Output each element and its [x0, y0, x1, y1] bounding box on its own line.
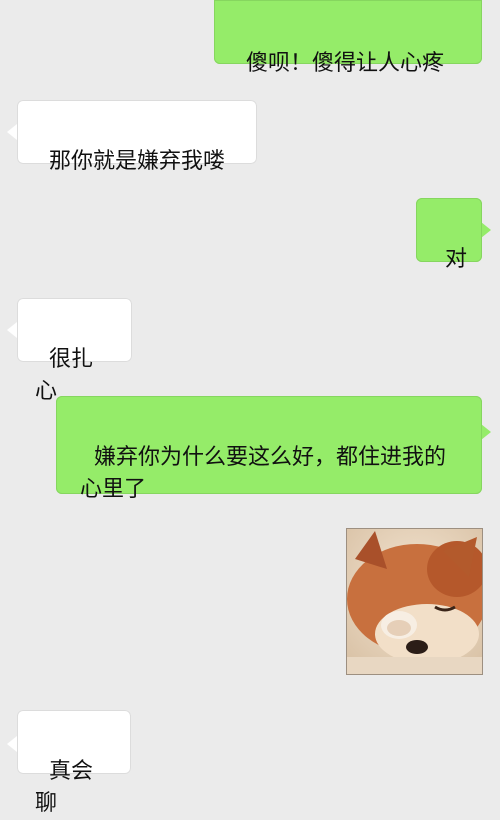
message-text: 那你就是嫌弃我喽: [49, 149, 226, 174]
shiba-sticker-image[interactable]: [346, 528, 483, 675]
message-text: 真会聊: [35, 759, 94, 816]
bubble-tail: [481, 424, 491, 440]
message-text: 对: [444, 247, 467, 272]
message-text: 傻呗！傻得让人心疼: [246, 51, 445, 76]
sent-message-bubble[interactable]: 嫌弃你为什么要这么好，都住进我的心里了: [56, 396, 482, 502]
received-message-bubble[interactable]: 真会聊: [17, 710, 131, 816]
shiba-covering-face-icon: [347, 529, 482, 674]
message-text: 嫌弃你为什么要这么好，都住进我的心里了: [80, 445, 447, 502]
sent-message-bubble[interactable]: 傻呗！傻得让人心疼: [214, 0, 482, 76]
bubble-tail: [7, 736, 17, 752]
bubble-tail: [7, 124, 17, 140]
received-message-bubble[interactable]: 很扎心: [17, 298, 132, 404]
sent-message-bubble[interactable]: 对: [416, 198, 482, 272]
bubble-tail: [7, 322, 17, 338]
bubble-tail: [481, 222, 491, 238]
received-message-bubble[interactable]: 那你就是嫌弃我喽: [17, 100, 257, 174]
